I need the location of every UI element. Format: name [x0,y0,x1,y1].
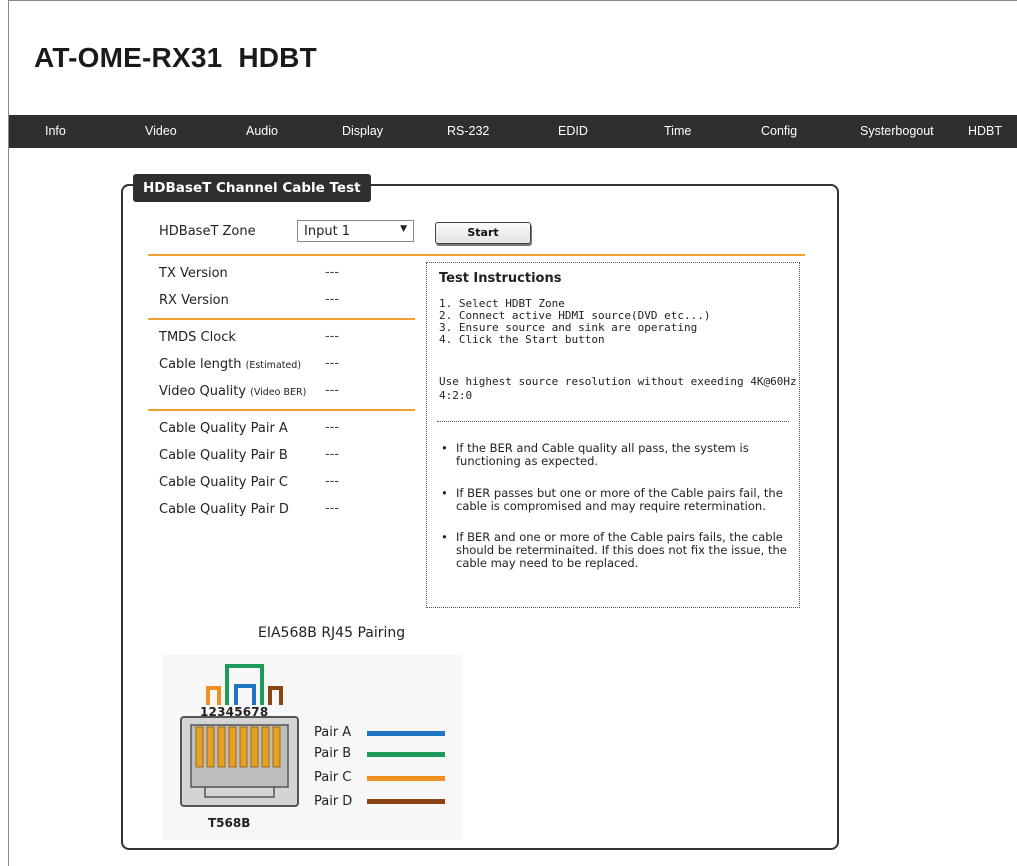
bullet-icon: • [441,441,448,455]
nav-config[interactable]: Config [761,115,797,148]
nav-hdbt[interactable]: HDBT [968,115,1002,148]
chevron-down-icon: ▼ [400,224,407,234]
nav-display[interactable]: Display [342,115,383,148]
nav-info[interactable]: Info [45,115,66,148]
instruction-bullet: If the BER and Cable quality all pass, t… [456,441,749,468]
bullet-icon: • [441,530,448,544]
page-title: AT-OME-RX31 HDBT [34,42,317,73]
row-label-pair-d: Cable Quality Pair D [159,502,289,517]
divider [148,318,415,320]
row-value-pair-a: --- [325,420,340,435]
row-label-pair-a: Cable Quality Pair A [159,421,288,436]
instruction-note: Use highest source resolution without ex… [439,375,797,388]
instructions-divider [437,421,789,422]
standard-label: T568B [208,816,251,830]
pair-d-line [367,799,445,804]
pair-c-label: Pair C [314,770,352,785]
pair-d-label: Pair D [314,794,353,809]
row-value-pair-d: --- [325,501,340,516]
row-label-tx-version: TX Version [159,266,228,281]
zone-label: HDBaseT Zone [159,224,256,239]
nav-rs232[interactable]: RS-232 [447,115,489,148]
row-label-cable-length-sub: (Estimated) [245,360,302,371]
pair-a-line [367,731,445,736]
bullet-icon: • [441,486,448,500]
row-value-cable-length: --- [325,356,340,371]
nav-audio[interactable]: Audio [246,115,278,148]
panel-title: HDBaseT Channel Cable Test [133,174,371,202]
divider [148,409,415,411]
pair-b-label: Pair B [314,746,352,761]
pair-b-line [367,752,445,757]
pair-loop-orange [206,686,221,705]
instruction-step: 4. Click the Start button [439,333,605,346]
rj45-connector-graphic [180,664,299,807]
start-button[interactable]: Start [435,222,531,244]
top-navbar: Info Video Audio Display RS-232 EDID Tim… [9,115,1017,148]
row-label-video-quality-sub: (Video BER) [250,387,307,398]
row-label-tmds-clock: TMDS Clock [159,330,236,345]
instruction-bullet: If BER and one or more of the Cable pair… [456,530,787,570]
pair-c-line [367,776,445,781]
row-value-rx-version: --- [325,292,340,307]
row-value-pair-b: --- [325,447,340,462]
row-label-pair-c: Cable Quality Pair C [159,475,289,490]
pair-loop-blue [234,684,256,705]
pair-loop-brown [268,686,283,705]
row-label-video-quality: Video Quality (Video BER) [159,384,306,399]
pair-a-label: Pair A [314,725,352,740]
instruction-note: 4:2:0 [439,389,473,402]
row-label-pair-b: Cable Quality Pair B [159,448,288,463]
nav-edid[interactable]: EDID [558,115,588,148]
row-value-tmds-clock: --- [325,329,340,344]
zone-select-value: Input 1 [304,224,351,239]
row-value-tx-version: --- [325,265,340,280]
row-value-pair-c: --- [325,474,340,489]
instruction-bullet: If BER passes but one or more of the Cab… [456,486,783,513]
row-label-cable-length: Cable length (Estimated) [159,357,301,372]
row-label-cable-length-main: Cable length [159,357,242,372]
nav-systerbogout[interactable]: Systerbogout [860,115,934,148]
row-value-video-quality: --- [325,383,340,398]
nav-time[interactable]: Time [664,115,691,148]
divider [148,254,805,256]
instructions-title: Test Instructions [439,271,562,286]
row-label-video-quality-main: Video Quality [159,384,247,399]
diagram-title: EIA568B RJ45 Pairing [258,625,406,641]
pin-numbers: 12345678 [200,705,269,719]
zone-select[interactable]: Input 1 ▼ [297,220,414,242]
nav-video[interactable]: Video [145,115,177,148]
row-label-rx-version: RX Version [159,293,229,308]
